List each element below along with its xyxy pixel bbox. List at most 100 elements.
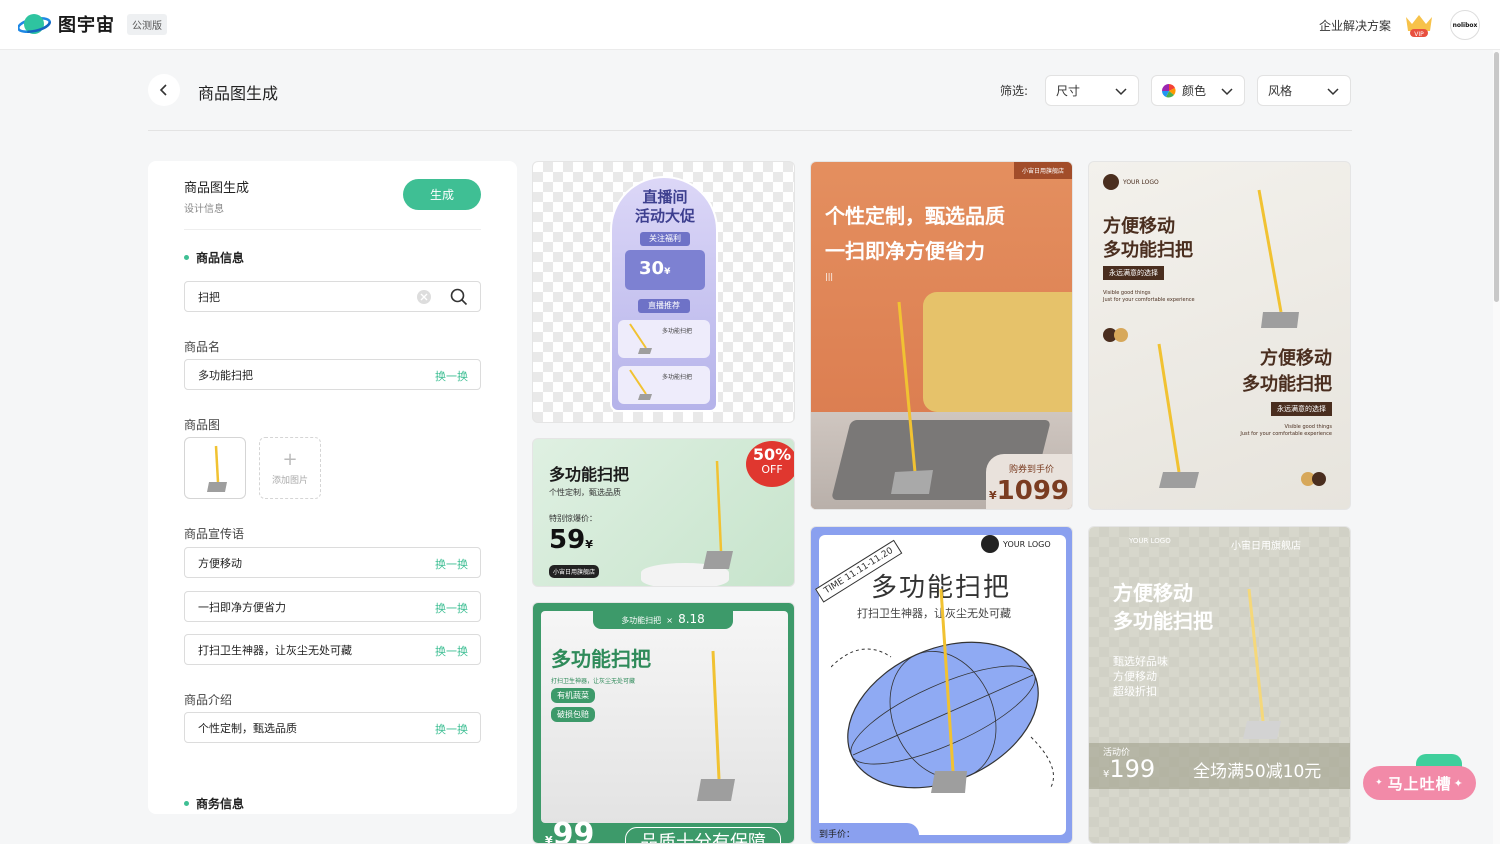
- feedback-label: 马上吐槽: [1387, 774, 1452, 793]
- template-card-beige-dual[interactable]: YOUR LOGO 方便移动 多功能扫把 永远满意的选择 Visible goo…: [1088, 161, 1351, 510]
- color-filter-select[interactable]: 颜色: [1151, 75, 1245, 106]
- swap-button[interactable]: 换一换: [435, 556, 468, 572]
- tag-2: 破损包赔: [551, 707, 595, 722]
- planet-logo-icon: [18, 14, 51, 34]
- business-info-section: 商务信息: [184, 795, 244, 812]
- section-dot: [184, 801, 189, 806]
- product-tile-2: 多功能扫把: [618, 366, 710, 404]
- search-icon[interactable]: [450, 288, 468, 306]
- color-wheel-icon: [1162, 83, 1176, 98]
- shop-label: 小宙日用旗舰店: [1231, 541, 1301, 552]
- section-dot: [184, 255, 189, 260]
- discount-badge: 50% OFF: [746, 441, 794, 487]
- generate-button[interactable]: 生成: [403, 179, 481, 210]
- product-image-thumbnail[interactable]: [184, 437, 246, 499]
- swap-button[interactable]: 换一换: [435, 368, 468, 384]
- color-dots: [1301, 472, 1329, 488]
- headline-2: 一扫即净方便省力: [825, 239, 985, 263]
- card-subtitle: 个性定制，甄选品质: [549, 488, 621, 497]
- top-bar: 图宇宙 公测版 企业解决方案 VIP nolibox: [0, 0, 1500, 50]
- header-divider: [148, 130, 1352, 131]
- logo[interactable]: 图宇宙 公测版: [18, 11, 167, 37]
- template-card-livestream[interactable]: 直播间 活动大促 关注福利 30¥ 直播推荐 多功能扫把 多功能扫把: [532, 161, 795, 423]
- template-card-green-frame[interactable]: 多功能扫把 × 8.18 多功能扫把 打扫卫生神器，让灰尘无处可藏 有机蔬菜 破…: [532, 602, 795, 844]
- broom-image: [891, 301, 933, 494]
- vip-button[interactable]: VIP: [1403, 12, 1435, 42]
- shop-badge: 小宙日用旗舰店: [549, 565, 600, 578]
- chevron-left-icon: [159, 84, 167, 96]
- slogan-field-3[interactable]: 打扫卫生神器，让灰尘无处可藏 换一换: [184, 634, 481, 665]
- product-name-value: 多功能扫把: [198, 368, 253, 382]
- add-image-button[interactable]: + 添加图片: [259, 437, 321, 499]
- vip-label: VIP: [1414, 31, 1424, 38]
- search-value: 扫把: [198, 290, 220, 304]
- swap-button[interactable]: 换一换: [435, 643, 468, 659]
- size-filter-select[interactable]: 尺寸: [1045, 75, 1139, 106]
- swap-button[interactable]: 换一换: [435, 721, 468, 737]
- brand-logo: YOUR LOGO: [981, 535, 1051, 553]
- slogan-field-2[interactable]: 一扫即净方便省力 换一换: [184, 591, 481, 622]
- template-card-blue-globe[interactable]: TIME 11.11-11.20 YOUR LOGO 多功能扫把 打扫卫生神器，…: [810, 526, 1073, 844]
- template-card-green-sale[interactable]: 多功能扫把 个性定制，甄选品质 特别惊爆价： 59¥ 小宙日用旗舰店 50% O…: [532, 438, 795, 587]
- slogan-value: 方便移动: [198, 556, 242, 570]
- feedback-button[interactable]: ✦ 马上吐槽 ✦: [1363, 766, 1476, 800]
- tag: 永远满意的选择: [1103, 266, 1164, 280]
- intro-value: 个性定制，甄选品质: [198, 721, 297, 735]
- brand-logo: YOUR LOGO: [1129, 537, 1171, 545]
- style-filter-select[interactable]: 风格: [1257, 75, 1351, 106]
- page-scrollbar-thumb[interactable]: [1494, 52, 1499, 302]
- slogan-label: 商品宣传语: [184, 527, 245, 541]
- headline-1: 个性定制，甄选品质: [825, 204, 1005, 228]
- product-name-field[interactable]: 多功能扫把 换一换: [184, 359, 481, 390]
- product-tile-1: 多功能扫把: [618, 320, 710, 358]
- broom-image: [703, 460, 733, 569]
- en-line-3: Visible good things: [1284, 424, 1332, 430]
- line-2: 方便移动: [1113, 670, 1157, 683]
- slogan-field-1[interactable]: 方便移动 换一换: [184, 547, 481, 578]
- tag-1: 有机蔬菜: [551, 688, 595, 703]
- size-filter-label: 尺寸: [1056, 84, 1081, 98]
- clear-icon[interactable]: [416, 289, 432, 305]
- intro-label: 商品介绍: [184, 693, 233, 707]
- product-name-label: 商品名: [184, 340, 221, 354]
- page-title: 商品图生成: [198, 84, 279, 103]
- section-title: 商品信息: [196, 251, 245, 265]
- color-dots: [1103, 328, 1131, 344]
- chevron-down-icon: [1327, 88, 1339, 96]
- section-title: 商务信息: [196, 797, 245, 811]
- enterprise-solutions-link[interactable]: 企业解决方案: [1319, 17, 1391, 34]
- intro-field[interactable]: 个性定制，甄选品质 换一换: [184, 712, 481, 743]
- card-price: ¥199: [1103, 755, 1156, 783]
- design-info-panel: 商品图生成 设计信息 生成 商品信息 扫把 商品名 多功能扫把 换一换 商品图 …: [148, 161, 517, 814]
- beta-badge: 公测版: [127, 13, 167, 35]
- back-button[interactable]: [148, 74, 180, 106]
- headline-2: 多功能扫把: [1113, 609, 1213, 633]
- panel-title: 商品图生成: [184, 181, 250, 196]
- product-search-input[interactable]: 扫把: [184, 281, 481, 312]
- sparkle-icon: ✦: [1453, 776, 1464, 790]
- en-line-4: Just for your comfortable experience: [1240, 431, 1332, 437]
- chevron-down-icon: [1221, 88, 1233, 96]
- broom-image: [931, 588, 967, 793]
- headline-1: 方便移动: [1103, 216, 1175, 237]
- line-1: 甄选好品味: [1113, 655, 1168, 668]
- card-bottom-text: 品质十分有保障: [625, 827, 781, 843]
- card-subtitle: 打扫卫生神器，让灰尘无处可藏: [551, 678, 636, 685]
- poster-title: 直播间 活动大促: [634, 188, 695, 225]
- broom-image: [1243, 588, 1281, 739]
- product-image-label: 商品图: [184, 418, 221, 432]
- avatar[interactable]: nolibox: [1450, 10, 1480, 40]
- card-price: 59¥: [549, 525, 593, 555]
- template-card-faded-grey[interactable]: 小宙日用旗舰店 YOUR LOGO 方便移动 多功能扫把 甄选好品味 方便移动 …: [1088, 526, 1351, 844]
- brand-logo: YOUR LOGO: [1103, 174, 1159, 190]
- template-card-orange-sofa[interactable]: 小宙日用旗舰店 个性定制，甄选品质 一扫即净方便省力 ||| 购券到手价 ¥10…: [810, 161, 1073, 510]
- headline-3: 方便移动: [1260, 348, 1332, 369]
- swap-button[interactable]: 换一换: [435, 600, 468, 616]
- sparkle-icon: ✦: [1375, 778, 1384, 788]
- decor-mark: |||: [825, 272, 834, 281]
- coupon-label: 购券到手价: [1009, 465, 1055, 475]
- follow-badge: 关注福利: [640, 232, 690, 246]
- plus-icon: +: [282, 448, 298, 470]
- recommend-badge: 直播推荐: [638, 299, 690, 313]
- shop-badge: 小宙日用旗舰店: [1013, 162, 1072, 179]
